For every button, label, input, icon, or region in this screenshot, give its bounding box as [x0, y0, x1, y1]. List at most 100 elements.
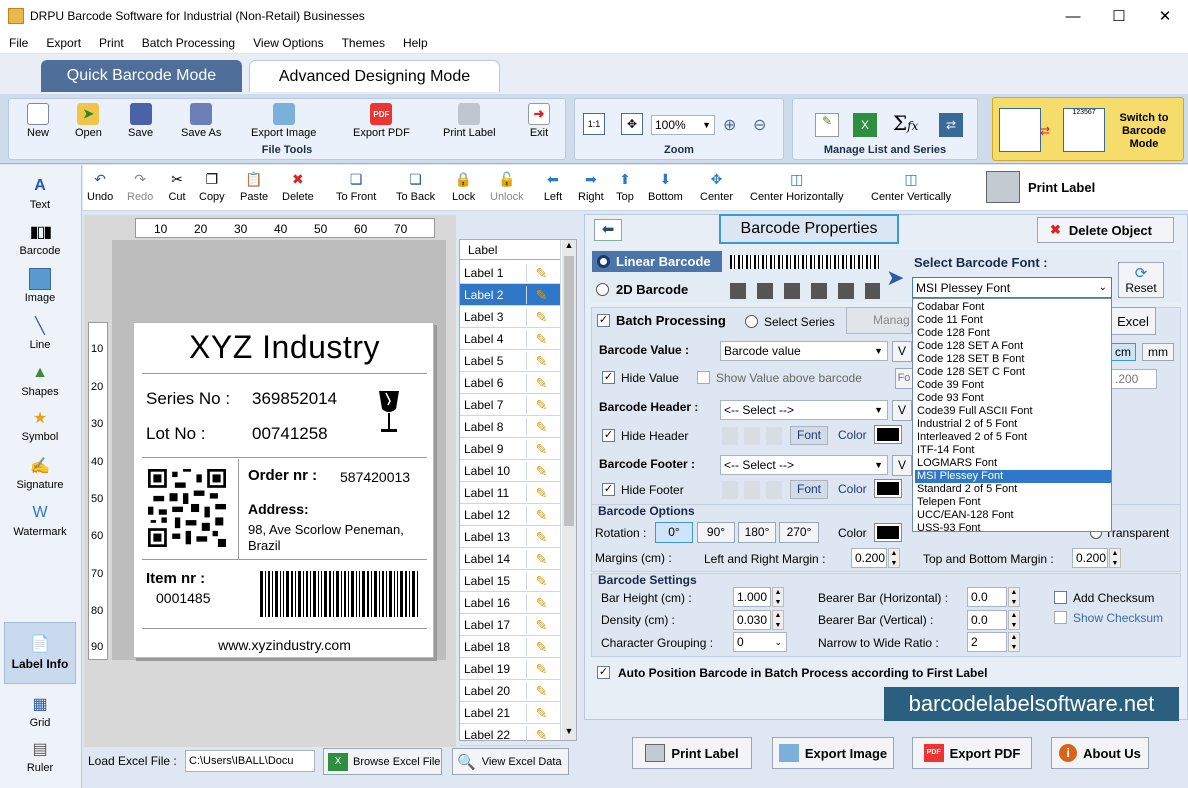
spinner-icon[interactable]: ▲ ▼	[1008, 632, 1020, 652]
to-front-button[interactable]: ❏ To Front	[336, 169, 376, 204]
spinner-icon[interactable]: ▲ ▼	[772, 587, 784, 607]
header-align-buttons[interactable]	[722, 427, 782, 445]
edit-pencil-icon[interactable]: ✎	[526, 286, 556, 304]
delete-button[interactable]: ✖ Delete	[282, 169, 314, 204]
center-horizontally-button[interactable]: ◫ Center Horizontally	[750, 169, 844, 204]
barcode-font-dropdown-list[interactable]: Codabar Font Code 11 Font Code 128 Font Cod…	[912, 298, 1112, 535]
edit-pencil-icon[interactable]: ✎	[526, 704, 556, 722]
edit-pencil-icon[interactable]: ✎	[526, 308, 556, 326]
spinner-icon[interactable]: ▲ ▼	[1109, 548, 1121, 568]
reset-button[interactable]: ⟳ Reset	[1118, 262, 1164, 298]
export-image-button[interactable]: Export Image	[251, 103, 316, 139]
font-option[interactable]: Code 128 SET A Font	[915, 340, 1111, 353]
scroll-down-icon[interactable]: ▼	[562, 726, 576, 740]
watermark-tool[interactable]: W Watermark	[0, 502, 80, 538]
footer-color-swatch[interactable]	[874, 479, 902, 498]
print-label-button[interactable]: Print Label	[632, 737, 752, 769]
show-value-above-checkbox[interactable]	[697, 371, 710, 384]
fit-to-window-icon[interactable]: ✥	[621, 113, 643, 135]
about-us-button[interactable]: i About Us	[1051, 737, 1149, 769]
menu-export[interactable]: Export	[37, 36, 90, 50]
formula-icon[interactable]: Σfx	[893, 111, 918, 135]
edit-pencil-icon[interactable]: ✎	[526, 418, 556, 436]
bar-height-input[interactable]: 1.000	[733, 587, 771, 607]
add-checksum-checkbox[interactable]	[1054, 591, 1067, 604]
print-label-button[interactable]: Print Label	[443, 103, 496, 139]
batch-processing-checkbox[interactable]: ✓	[597, 314, 610, 327]
menu-print[interactable]: Print	[90, 36, 133, 50]
edit-pencil-icon[interactable]: ✎	[526, 660, 556, 678]
image-tool[interactable]: Image	[0, 268, 80, 304]
browse-excel-button[interactable]: X Browse Excel File	[323, 748, 442, 775]
font-option[interactable]: Codabar Font	[915, 301, 1111, 314]
undo-button[interactable]: ↶ Undo	[87, 169, 113, 204]
font-option[interactable]: Industrial 2 of 5 Font	[915, 418, 1111, 431]
new-button[interactable]: New	[27, 103, 49, 139]
edit-pencil-icon[interactable]: ✎	[526, 594, 556, 612]
rotation-270-button[interactable]: 270°	[779, 522, 819, 543]
font-option[interactable]: Telepen Font	[915, 496, 1111, 509]
zoom-select[interactable]: 100% ▼	[651, 115, 715, 135]
save-as-button[interactable]: Save As	[181, 103, 221, 139]
export-image-button[interactable]: Export Image	[772, 737, 894, 769]
edit-pencil-icon[interactable]: ✎	[526, 638, 556, 656]
edit-pencil-icon[interactable]: ✎	[526, 462, 556, 480]
delete-object-button[interactable]: ✖ Delete Object	[1037, 217, 1174, 243]
font-option[interactable]: Code 39 Font	[915, 379, 1111, 392]
edit-pencil-icon[interactable]: ✎	[526, 440, 556, 458]
bearer-horizontal-input[interactable]: 0.0	[967, 587, 1007, 607]
manage-series-button[interactable]: Manag	[846, 307, 912, 334]
edit-pencil-icon[interactable]: ✎	[526, 506, 556, 524]
switch-to-barcode-mode-button[interactable]: ⇄ 123567 Switch to Barcode Mode	[992, 97, 1184, 161]
edit-pencil-icon[interactable]: ✎	[526, 264, 556, 282]
spinner-icon[interactable]: ▲ ▼	[1008, 610, 1020, 630]
2d-barcode-radio[interactable]: 2D Barcode	[596, 282, 688, 297]
label-info-tool[interactable]: 📄 Label Info	[4, 622, 76, 684]
rotation-90-button[interactable]: 90°	[697, 522, 735, 543]
align-bottom-button[interactable]: ⬇ Bottom	[648, 169, 683, 204]
signature-tool[interactable]: ✍ Signature	[0, 455, 80, 491]
barcode-color-swatch[interactable]	[874, 523, 902, 542]
exit-button[interactable]: ➜ Exit	[528, 103, 550, 139]
footer-font-button[interactable]: Font	[790, 480, 828, 499]
font-option[interactable]: USS-93 Font	[915, 522, 1111, 535]
to-back-button[interactable]: ❏ To Back	[396, 169, 435, 204]
footer-align-buttons[interactable]	[722, 481, 782, 499]
align-right-button[interactable]: ➡ Right	[578, 169, 604, 204]
font-option[interactable]: Code39 Full ASCII Font	[915, 405, 1111, 418]
font-option[interactable]: Code 128 SET C Font	[915, 366, 1111, 379]
paste-button[interactable]: 📋 Paste	[240, 169, 268, 204]
shapes-tool[interactable]: ▲ Shapes	[0, 362, 80, 398]
edit-pencil-icon[interactable]: ✎	[526, 484, 556, 502]
spinner-icon[interactable]: ▲ ▼	[772, 610, 784, 630]
font-option[interactable]: MSI Plessey Font	[915, 470, 1111, 483]
lock-button[interactable]: 🔒 Lock	[452, 169, 475, 204]
symbol-tool[interactable]: ★ Symbol	[0, 407, 80, 443]
zoom-out-icon[interactable]: ⊖	[753, 115, 766, 135]
cut-button[interactable]: ✂ Cut	[167, 169, 187, 204]
export-pdf-button[interactable]: PDF Export PDF	[353, 103, 410, 139]
line-tool[interactable]: ╲ Line	[0, 315, 80, 351]
label-list-scrollbar[interactable]: ▲ ▼	[562, 240, 576, 740]
scroll-up-icon[interactable]: ▲	[562, 240, 576, 254]
menu-view-options[interactable]: View Options	[244, 36, 332, 50]
print-label-toolbar-button[interactable]: Print Label	[986, 171, 1095, 203]
font-option[interactable]: Code 11 Font	[915, 314, 1111, 327]
tb-margin-input[interactable]: 0.200	[1072, 548, 1108, 568]
close-button[interactable]: ✕	[1142, 0, 1188, 32]
barcode-header-select[interactable]: <-- Select --> ▼	[720, 400, 888, 420]
save-button[interactable]: Save	[128, 103, 153, 139]
font-option[interactable]: Code 93 Font	[915, 392, 1111, 405]
show-checksum-checkbox[interactable]	[1054, 611, 1067, 624]
edit-pencil-icon[interactable]: ✎	[526, 396, 556, 414]
linear-barcode-radio[interactable]: Linear Barcode	[592, 251, 722, 272]
barcode-footer-select[interactable]: <-- Select --> ▼	[720, 455, 888, 475]
series-icon[interactable]: ⇄	[939, 113, 963, 137]
excel-icon[interactable]: X	[853, 113, 877, 137]
font-option[interactable]: Code 128 SET B Font	[915, 353, 1111, 366]
edit-pencil-icon[interactable]: ✎	[526, 682, 556, 700]
ruler-tool[interactable]: ▤ Ruler	[0, 738, 80, 774]
edit-pencil-icon[interactable]: ✎	[526, 726, 556, 744]
text-tool[interactable]: A Text	[0, 175, 80, 211]
menu-themes[interactable]: Themes	[333, 36, 394, 50]
